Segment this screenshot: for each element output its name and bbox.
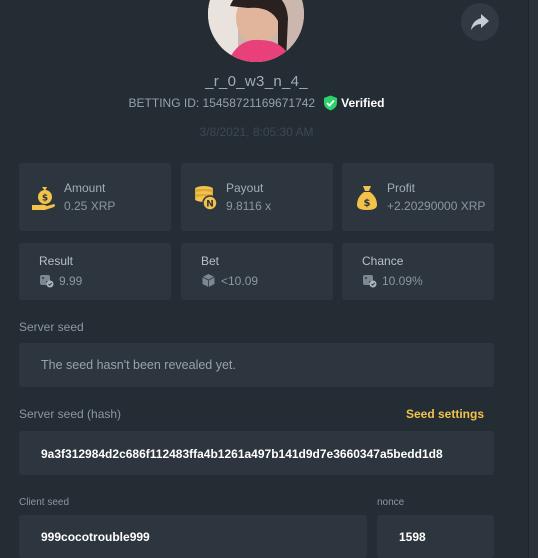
nonce-label: nonce (377, 497, 405, 508)
payout-value: 9.8116 x (226, 199, 272, 213)
nonce-value: 1598 (399, 530, 426, 544)
scrollbar-track[interactable] (528, 0, 538, 558)
server-seed-hash-value: 9a3f312984d2c686f112483ffa4b1261a497b141… (41, 447, 443, 461)
bet-details-panel: _r_0_w3_n_4_ BETTING ID: 154587211696717… (0, 0, 528, 558)
payout-label: Payout (226, 181, 264, 195)
bet-value: <10.09 (221, 273, 259, 288)
user-avatar[interactable] (208, 0, 304, 62)
amount-value: 0.25 XRP (64, 199, 116, 213)
payout-card: N Payout 9.8116 x (181, 163, 333, 231)
dice-icon (202, 274, 215, 287)
client-seed-label: Client seed (19, 497, 70, 508)
share-arrow-icon (471, 14, 489, 30)
svg-text:$: $ (364, 198, 371, 209)
server-seed-field: The seed hasn't been revealed yet. (19, 343, 494, 387)
avatar-photo (208, 0, 304, 62)
betting-id: BETTING ID: 15458721169671742 (128, 96, 316, 110)
client-seed-field[interactable]: 999cocotrouble999 (19, 515, 367, 558)
dice-check-icon (363, 275, 377, 288)
result-row: 9.99 (39, 273, 82, 288)
client-seed-value: 999cocotrouble999 (41, 530, 150, 544)
svg-text:$: $ (42, 194, 48, 204)
chance-row: 10.09% (362, 273, 423, 288)
dice-check-icon (40, 275, 54, 288)
amount-label: Amount (64, 181, 106, 195)
nonce-field[interactable]: 1598 (377, 515, 494, 558)
server-seed-label: Server seed (19, 320, 84, 334)
username[interactable]: _r_0_w3_n_4_ (0, 73, 513, 90)
bet-date: 3/8/2021, 8:05:30 AM (199, 125, 314, 139)
chance-value: 10.09% (382, 273, 423, 288)
result-value: 9.99 (59, 273, 83, 288)
money-bag-icon: $ (357, 186, 377, 210)
money-bag-hand-icon: $ (32, 187, 55, 210)
chance-label: Chance (362, 254, 404, 268)
share-button[interactable] (461, 3, 499, 41)
server-seed-hash-label: Server seed (hash) (19, 407, 122, 421)
result-card: Result 9.99 (19, 243, 171, 300)
bet-card: Bet <10.09 (181, 243, 333, 300)
profit-value: +2.20290000 XRP (387, 199, 486, 213)
profit-card: $ Profit +2.20290000 XRP (342, 163, 494, 231)
verified-badge: Verified (323, 95, 384, 111)
shield-check-icon (324, 95, 338, 111)
profit-label: Profit (387, 181, 416, 195)
bet-label: Bet (201, 254, 220, 268)
result-label: Result (39, 254, 74, 268)
server-seed-value: The seed hasn't been revealed yet. (41, 358, 236, 372)
svg-text:N: N (206, 200, 214, 210)
server-seed-hash-field[interactable]: 9a3f312984d2c686f112483ffa4b1261a497b141… (19, 431, 494, 475)
betting-id-row: BETTING ID: 15458721169671742 Verified (0, 95, 513, 111)
bet-row: <10.09 (201, 273, 258, 288)
amount-card: $ Amount 0.25 XRP (19, 163, 171, 231)
coin-stack-icon: N (195, 186, 218, 211)
seed-settings-link[interactable]: Seed settings (406, 407, 484, 421)
chance-card: Chance 10.09% (342, 243, 494, 300)
verified-label: Verified (341, 96, 385, 110)
